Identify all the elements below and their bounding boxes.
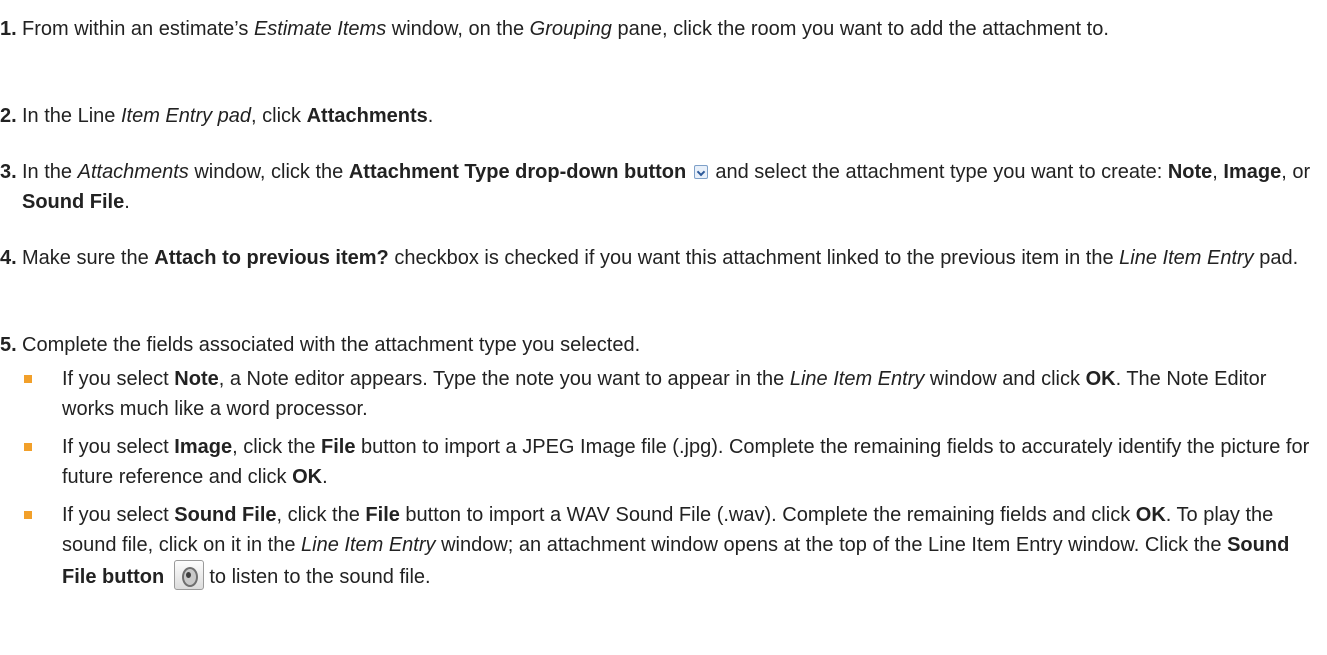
step-text: Complete the fields associated with the …	[22, 334, 641, 356]
step-text: Make sure the Attach to previous item? c…	[22, 247, 1299, 269]
list-item: If you select Image, click the File butt…	[22, 432, 1312, 492]
step-5: 5. Complete the fields associated with t…	[0, 330, 1320, 360]
step-number: 1.	[0, 18, 17, 40]
step-number: 2.	[0, 105, 17, 127]
step-text: In the Attachments window, click the Att…	[22, 161, 1311, 213]
step-4: 4. Make sure the Attach to previous item…	[0, 243, 1320, 273]
step-text: From within an estimate’s Estimate Items…	[22, 18, 1109, 40]
bullet-icon	[24, 375, 32, 383]
dropdown-arrow-icon	[693, 165, 708, 179]
step-number: 5.	[0, 334, 17, 356]
list-item: If you select Note, a Note editor appear…	[22, 364, 1312, 424]
instructions-page: 1. From within an estimate’s Estimate It…	[0, 0, 1327, 655]
step-number: 3.	[0, 161, 17, 183]
bullet-icon	[24, 511, 32, 519]
step-number: 4.	[0, 247, 17, 269]
step-text: In the Line Item Entry pad, click Attach…	[22, 105, 434, 127]
bullet-icon	[24, 443, 32, 451]
step-1: 1. From within an estimate’s Estimate It…	[0, 14, 1320, 44]
list-item: If you select Sound File, click the File…	[22, 500, 1312, 592]
step-3: 3. In the Attachments window, click the …	[0, 157, 1320, 217]
speaker-icon	[173, 560, 204, 590]
step-2: 2. In the Line Item Entry pad, click Att…	[0, 101, 1320, 131]
